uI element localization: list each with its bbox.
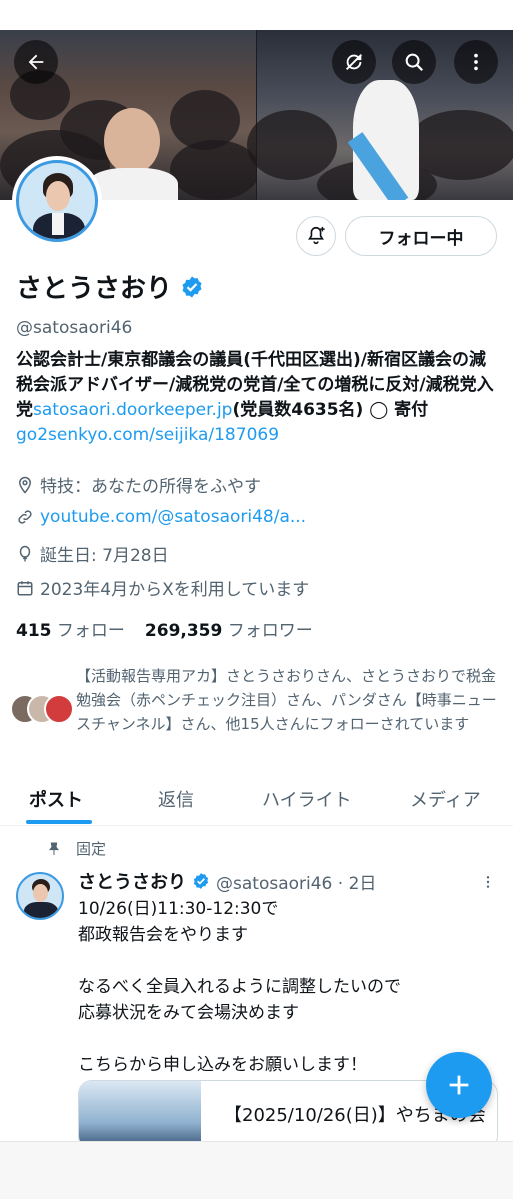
following-count: 415 [16,621,52,641]
post-handle-time: @satosaori46 · 2日 [216,873,377,894]
tab-replies[interactable]: 返信 [158,786,194,812]
more-vertical-icon [486,876,490,888]
profile-birthday: 誕生日: 7月28日 [40,546,169,566]
follow-stats: 415 フォロー 269,359 フォロワー [16,616,313,641]
following-stat[interactable]: 415 フォロー [16,616,125,641]
notification-bell-button[interactable] [296,216,336,256]
refresh-icon [346,54,362,70]
profile-name: さとうさおり [16,274,173,304]
following-button[interactable]: フォロー中 [345,216,497,256]
profile-skill: 特技：あなたの所得をふやす [40,477,261,497]
profile-bio: 公認会計士/東京都議会の議員(千代田区選出)/新宿区議会の減税会派アドバイザー/… [16,348,501,448]
followers-you-know-text: 【活動報告専用アカ】さとうさおりさん、さとうさおりで税金勉強会（赤ペンチェック注… [76,667,497,733]
pin-icon [49,842,59,855]
followers-label: フォロワー [227,621,313,641]
avatar-image [16,160,98,242]
verified-badge-icon[interactable] [180,275,204,299]
back-arrow-icon [28,54,44,70]
profile-handle: @satosaori46 [16,318,133,338]
profile-name-row: さとうさおり [16,268,204,305]
profile-location-row: 特技：あなたの所得をふやす [16,472,261,497]
following-label: フォロー [56,621,125,641]
location-icon [18,476,32,494]
refresh-button[interactable] [332,40,376,84]
profile-joined: 2023年4月からXを利用しています [40,580,310,600]
post-author-avatar[interactable] [16,872,64,920]
profile-website-link[interactable]: youtube.com/@satosaori48/a... [40,507,306,527]
post-body: 10/26(日)11:30-12:30で 都政報告会をやります なるべく全員入れ… [78,899,401,1075]
followers-you-know-avatars [10,694,74,726]
profile-tabs: ポスト 返信 ハイライト メディア [0,776,513,826]
active-tab-indicator [26,820,92,824]
post-header: さとうさおり @satosaori46 · 2日 [78,868,376,894]
profile-avatar[interactable] [12,156,102,246]
followers-stat[interactable]: 269,359 フォロワー [145,616,313,641]
calendar-icon [17,580,33,595]
bio-link-go2senkyo[interactable]: go2senkyo.com/seijika/187069 [16,425,279,445]
profile-joined-row: 2023年4月からXを利用しています [16,575,309,600]
balloon-icon [19,545,31,561]
search-button[interactable] [392,40,436,84]
pinned-label: 固定 [46,838,106,859]
avatar [44,694,74,724]
followers-count: 269,359 [144,621,223,641]
plus-icon [449,1075,469,1095]
more-options-button[interactable] [454,40,498,84]
bio-link-doorkeeper[interactable]: satosaori.doorkeeper.jp [33,400,232,420]
tab-media[interactable]: メディア [410,786,481,812]
compose-button[interactable] [426,1052,492,1118]
link-icon [18,510,32,524]
post-author-name[interactable]: さとうさおり [78,868,186,894]
notification-bell-icon [308,226,325,245]
back-button[interactable] [14,40,58,84]
tab-highlights[interactable]: ハイライト [262,786,352,812]
pinned-text: 固定 [76,840,107,858]
search-icon [405,53,424,72]
more-vertical-icon [474,53,478,71]
profile-birthday-row: 誕生日: 7月28日 [16,541,169,566]
bio-text-2: (党員数4635名) ◯ 寄付 [232,400,429,420]
verified-badge-icon [192,872,210,890]
post-more-button[interactable] [480,872,496,892]
profile-website-row[interactable]: youtube.com/@satosaori48/a... [16,507,306,527]
tab-posts[interactable]: ポスト [29,786,83,812]
link-card-thumbnail [79,1081,201,1149]
bottom-navigation-bar [0,1141,513,1199]
